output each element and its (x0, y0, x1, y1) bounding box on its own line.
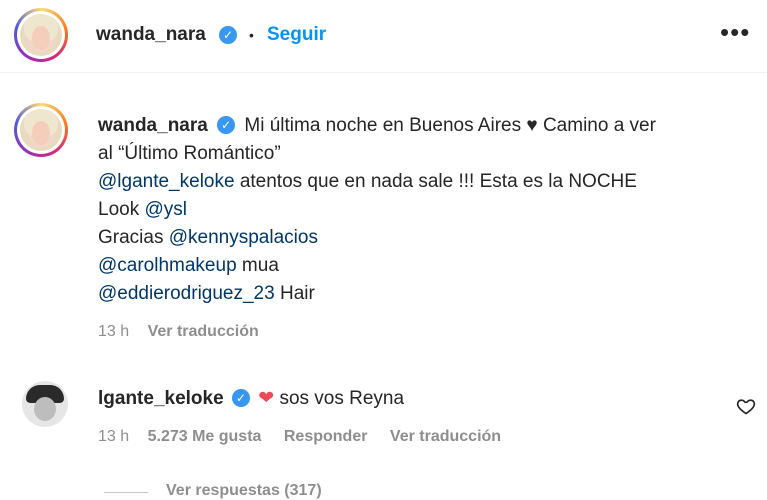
caption-meta: 13 h Ver traducción (98, 323, 259, 341)
comment-time: 13 h (98, 428, 130, 445)
avatar-image (20, 14, 62, 56)
reply-button[interactable]: Responder (284, 428, 368, 445)
replies-divider (104, 492, 148, 493)
header-avatar[interactable] (14, 8, 68, 62)
verified-badge-icon: ✓ (217, 116, 236, 134)
comment-avatar[interactable] (22, 381, 68, 427)
post-caption: wanda_nara ✓ Mi última noche en Buenos A… (98, 112, 748, 308)
translate-link[interactable]: Ver traducción (390, 428, 501, 445)
view-replies-button[interactable]: Ver respuestas (317) (166, 482, 322, 500)
post-header: wanda_nara ✓ • Seguir ••• (0, 0, 767, 73)
mention-link[interactable]: @carolhmakeup (98, 255, 237, 276)
caption-line-6: @carolhmakeup mua (98, 255, 279, 276)
caption-avatar[interactable] (14, 103, 68, 157)
mention-link[interactable]: @kennyspalacios (169, 227, 318, 248)
more-options-icon[interactable]: ••• (720, 19, 750, 45)
caption-line-1: wanda_nara ✓ Mi última noche en Buenos A… (98, 112, 748, 140)
caption-time: 13 h (98, 323, 130, 340)
caption-text: Camino a ver (542, 115, 656, 136)
likes-count[interactable]: 5.273 Me gusta (148, 428, 262, 445)
header-username[interactable]: wanda_nara (96, 24, 206, 46)
verified-badge-icon: ✓ (219, 26, 237, 44)
comment: lgante_keloke ✓ ❤ sos vos Reyna (98, 386, 404, 412)
caption-line-2: al “Último Romántico” (98, 143, 281, 164)
red-heart-icon: ❤ (258, 388, 275, 409)
avatar-image (20, 109, 62, 151)
black-heart-icon: ♥ (526, 115, 538, 136)
caption-username[interactable]: wanda_nara (98, 115, 208, 136)
caption-line-4: Look @ysl (98, 199, 187, 220)
mention-link[interactable]: @eddierodriguez_23 (98, 283, 275, 304)
like-heart-icon[interactable] (736, 396, 756, 416)
separator-dot: • (249, 27, 254, 43)
caption-line-7: @eddierodriguez_23 Hair (98, 283, 315, 304)
follow-button[interactable]: Seguir (267, 24, 326, 46)
translate-link[interactable]: Ver traducción (148, 323, 259, 340)
caption-line-5: Gracias @kennyspalacios (98, 227, 318, 248)
caption-line-3: @lgante_keloke atentos que en nada sale … (98, 171, 637, 192)
mention-link[interactable]: @ysl (144, 199, 187, 220)
caption-text: Mi última noche en Buenos Aires (244, 115, 522, 136)
verified-badge-icon: ✓ (231, 389, 250, 407)
comment-meta: 13 h 5.273 Me gusta Responder Ver traduc… (98, 428, 501, 446)
mention-link[interactable]: @lgante_keloke (98, 171, 235, 192)
comment-text: sos vos Reyna (279, 388, 405, 409)
comment-username[interactable]: lgante_keloke (98, 388, 224, 409)
